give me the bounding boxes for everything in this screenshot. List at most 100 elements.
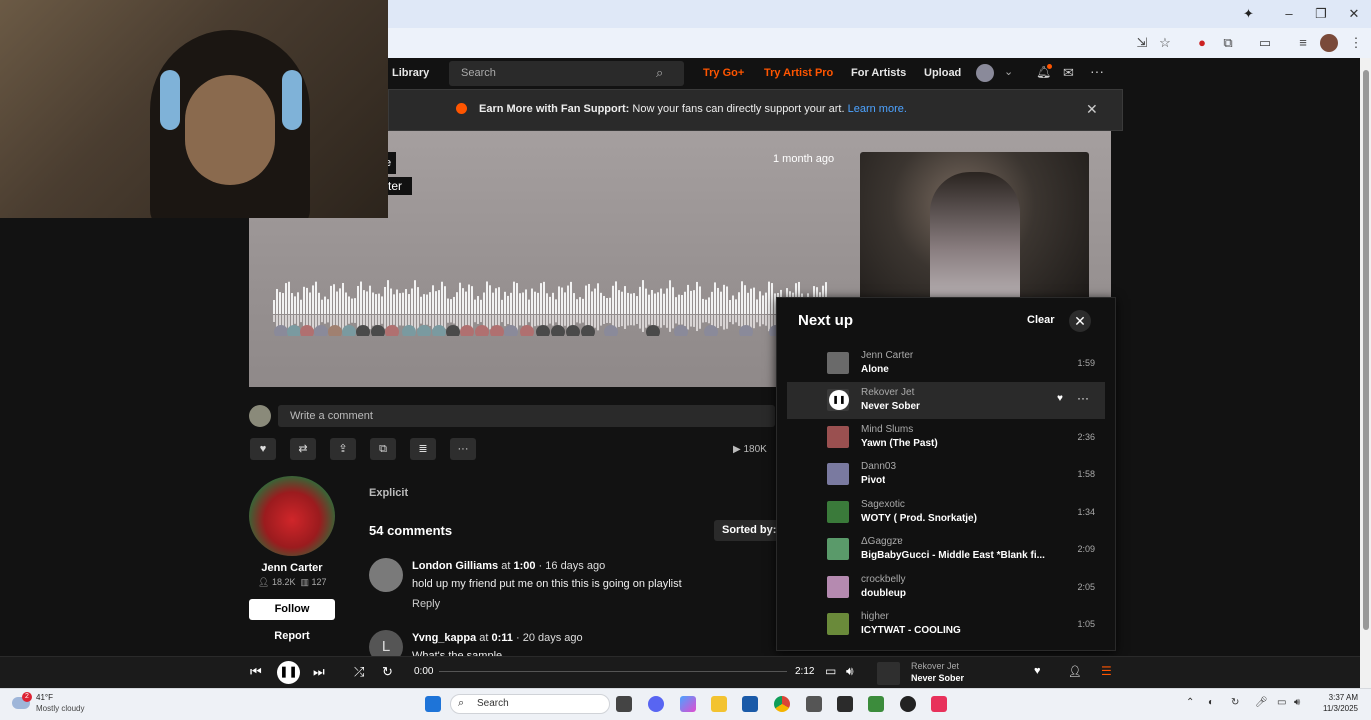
queue-item[interactable]: Dann03 Pivot 1:58: [787, 456, 1105, 493]
task-view-icon[interactable]: [616, 696, 632, 712]
queue-item-title[interactable]: Alone: [861, 364, 889, 375]
copy-link-button[interactable]: ⧉: [370, 438, 396, 460]
profile-avatar-icon[interactable]: [1320, 34, 1338, 52]
queue-item-artist[interactable]: higher: [861, 611, 889, 622]
comment-timestamp[interactable]: 1:00: [513, 560, 535, 572]
more-menu-icon[interactable]: ···: [1090, 63, 1104, 79]
nav-upload[interactable]: Upload: [924, 67, 961, 79]
file-explorer-icon[interactable]: [711, 696, 727, 712]
discord-icon[interactable]: [648, 696, 664, 712]
queue-item-artwork[interactable]: [827, 463, 849, 485]
chrome-icon[interactable]: [774, 696, 790, 712]
taskbar-search[interactable]: [450, 694, 610, 714]
tab-search-icon[interactable]: ▭: [1256, 34, 1274, 52]
minimize-icon[interactable]: –: [1279, 6, 1299, 21]
queue-item-artist[interactable]: Rekover Jet: [861, 387, 914, 398]
nav-try-artist-pro[interactable]: Try Artist Pro: [764, 67, 833, 79]
banner-learn-more-link[interactable]: Learn more.: [848, 103, 907, 115]
queue-item-title[interactable]: BigBabyGucci - Middle East *Blank fi...: [861, 550, 1045, 561]
queue-item-artist[interactable]: crockbelly: [861, 574, 905, 585]
microphone-icon[interactable]: 🎤︎: [1255, 697, 1268, 708]
tracks-count[interactable]: 127: [312, 577, 327, 587]
banner-close-icon[interactable]: ✕: [1086, 101, 1098, 118]
tray-sync-icon[interactable]: ↻: [1231, 697, 1239, 708]
nav-library[interactable]: Library: [392, 67, 429, 79]
messages-envelope-icon[interactable]: ✉: [1063, 65, 1074, 81]
like-icon[interactable]: ♥: [1057, 393, 1063, 404]
waveform[interactable]: [273, 280, 828, 336]
queue-item-artist[interactable]: Dann03: [861, 461, 896, 472]
previous-track-icon[interactable]: ⏮: [250, 664, 262, 680]
like-now-playing-icon[interactable]: ♥: [1034, 665, 1041, 677]
queue-item-title[interactable]: Never Sober: [861, 401, 920, 412]
queue-item-artwork[interactable]: [827, 538, 849, 560]
comment-avatar[interactable]: [369, 558, 403, 592]
now-playing-artist[interactable]: Rekover Jet: [911, 661, 959, 671]
extensions-icon[interactable]: ⧉: [1219, 34, 1237, 52]
volume-tray-icon[interactable]: 🔊︎: [1294, 697, 1300, 708]
clock-date[interactable]: 11/3/2025: [1310, 704, 1358, 713]
queue-item-artwork[interactable]: [827, 501, 849, 523]
share-button[interactable]: ⇪: [330, 438, 356, 460]
steam-icon[interactable]: [806, 696, 822, 712]
minecraft-icon[interactable]: [868, 696, 884, 712]
cast-icon[interactable]: ▭: [825, 664, 836, 678]
shuffle-icon[interactable]: ⤮: [354, 664, 364, 680]
comment-timestamp[interactable]: 0:11: [492, 632, 513, 644]
gemini-icon[interactable]: ✦: [1243, 6, 1257, 21]
epic-games-icon[interactable]: [837, 696, 853, 712]
now-playing-title[interactable]: Never Sober: [911, 673, 964, 683]
close-panel-icon[interactable]: ✕: [1069, 310, 1091, 332]
follow-button[interactable]: Follow: [249, 599, 335, 620]
comment-user[interactable]: London Gilliams: [412, 560, 498, 572]
reading-list-icon[interactable]: ≡: [1294, 34, 1312, 52]
queue-item-title[interactable]: WOTY ( Prod. Snorkatje): [861, 513, 977, 524]
like-button[interactable]: ♥: [250, 438, 276, 460]
queue-item-title[interactable]: doubleup: [861, 588, 906, 599]
windows-start-icon[interactable]: [425, 696, 441, 712]
weather-temp[interactable]: 41°F: [36, 693, 53, 702]
queue-item-artwork[interactable]: [827, 352, 849, 374]
add-to-playlist-button[interactable]: ≣: [410, 438, 436, 460]
tray-app-icon[interactable]: ◐: [1208, 697, 1214, 708]
weather-desc[interactable]: Mostly cloudy: [36, 704, 84, 713]
chevron-down-icon[interactable]: ⌄: [1004, 65, 1013, 78]
artist-name[interactable]: Jenn Carter: [249, 562, 335, 574]
user-avatar[interactable]: [976, 64, 994, 82]
sort-dropdown[interactable]: Sorted by:: [714, 520, 784, 541]
store-icon[interactable]: [742, 696, 758, 712]
more-icon[interactable]: ···: [1077, 391, 1089, 405]
progress-bar[interactable]: [439, 671, 787, 672]
scrollbar-thumb[interactable]: [1363, 70, 1369, 630]
clock-time[interactable]: 3:37 AM: [1318, 693, 1358, 702]
track-artwork[interactable]: [860, 152, 1089, 302]
queue-item[interactable]: Jenn Carter Alone 1:59: [787, 345, 1105, 382]
tray-overflow-icon[interactable]: ⌃: [1186, 697, 1194, 708]
queue-item[interactable]: Mind Slums Yawn (The Past) 2:36: [787, 419, 1105, 456]
queue-item[interactable]: Sagexotic WOTY ( Prod. Snorkatje) 1:34: [787, 494, 1105, 531]
close-window-icon[interactable]: ✕: [1344, 6, 1364, 22]
comment-user[interactable]: Yvng_kappa: [412, 632, 476, 644]
queue-item[interactable]: ΔGaggzɐ BigBabyGucci - Middle East *Blank…: [787, 531, 1105, 568]
queue-item[interactable]: Rekover Jet Never Sober ❚❚ ♥ ···: [787, 382, 1105, 419]
queue-item[interactable]: higher ICYTWAT - COOLING 1:05: [787, 606, 1105, 643]
restore-icon[interactable]: ❐: [1311, 6, 1331, 22]
capcut-icon[interactable]: [931, 696, 947, 712]
queue-item-artist[interactable]: Jenn Carter: [861, 350, 913, 361]
nav-for-artists[interactable]: For Artists: [851, 67, 906, 79]
nav-try-go-plus[interactable]: Try Go+: [703, 67, 744, 79]
bookmark-star-icon[interactable]: ☆: [1156, 34, 1174, 52]
next-track-icon[interactable]: ⏭: [313, 664, 325, 680]
repost-button[interactable]: ⇄: [290, 438, 316, 460]
queue-item-title[interactable]: ICYTWAT - COOLING: [861, 625, 961, 636]
queue-item-artwork[interactable]: [827, 426, 849, 448]
now-playing-artwork[interactable]: [877, 662, 900, 685]
queue-toggle-icon[interactable]: ☰: [1101, 664, 1112, 678]
queue-item-title[interactable]: Pivot: [861, 475, 885, 486]
clear-queue-button[interactable]: Clear: [1027, 314, 1055, 326]
display-icon[interactable]: ▭: [1277, 697, 1286, 708]
queue-item[interactable]: crockbelly doubleup 2:05: [787, 569, 1105, 606]
obs-icon[interactable]: [900, 696, 916, 712]
follow-artist-icon[interactable]: 👤︎: [1068, 665, 1082, 678]
copilot-icon[interactable]: [680, 696, 696, 712]
